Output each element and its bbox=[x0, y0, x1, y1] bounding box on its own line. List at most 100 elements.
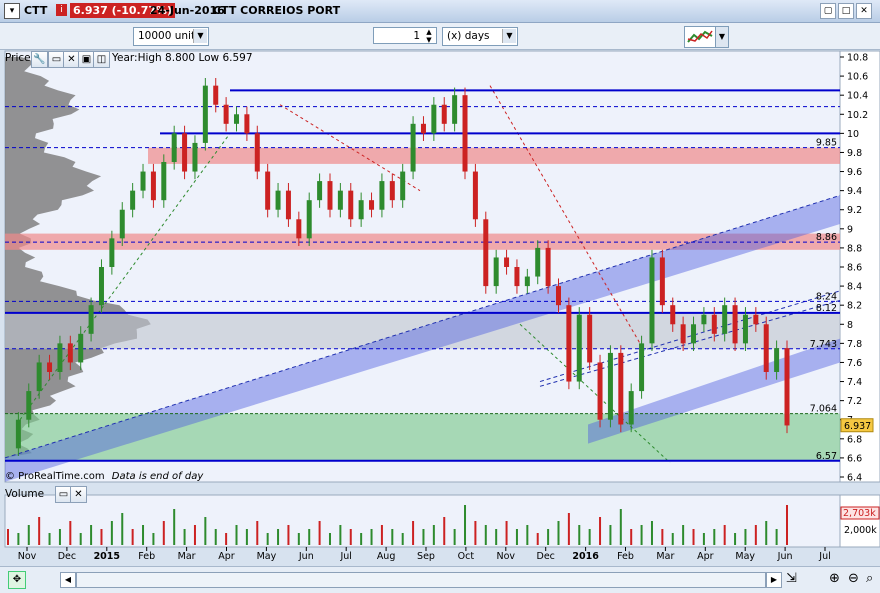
title-bar: ▾ CTT i 6.937 (-10.77%) 24-Jun-2016 CTT … bbox=[0, 0, 880, 23]
search-icon[interactable]: ⌕ bbox=[866, 571, 873, 586]
candle-body bbox=[441, 104, 447, 124]
candle-body bbox=[483, 219, 489, 287]
candle-body bbox=[691, 324, 697, 344]
volume-bar bbox=[453, 529, 456, 545]
wrench-icon[interactable]: 🔧 bbox=[31, 51, 48, 68]
y-tick-label: 9 bbox=[847, 224, 853, 235]
x-tick-label: Apr bbox=[218, 551, 235, 562]
crosshair-icon[interactable]: ✥ bbox=[8, 571, 26, 589]
info-icon: i bbox=[56, 4, 67, 16]
volume-last-label: 2,703k bbox=[843, 508, 876, 519]
maximize-window-button[interactable]: □ bbox=[838, 3, 854, 19]
units-select[interactable]: 10000 units ▼ bbox=[133, 27, 209, 46]
candle-body bbox=[420, 123, 426, 134]
candle-body bbox=[47, 362, 53, 372]
candle-body bbox=[244, 114, 250, 134]
x-tick-label: Jul bbox=[818, 551, 830, 562]
fit-icon[interactable]: ⇲ bbox=[786, 571, 797, 586]
toolbar: 10000 units ▼ 1 ▲ ▼ (x) days ▼ ▼ bbox=[0, 23, 880, 50]
horizontal-scrollbar[interactable] bbox=[76, 572, 766, 588]
price-chart[interactable]: 10.8 10.6 10.4 10.2 10 9.8 9.6 9.4 9.2 9 8.8 8.6 8.4… bbox=[0, 49, 880, 591]
x-tick-label: Jul bbox=[339, 551, 351, 562]
volume-bar bbox=[702, 533, 705, 545]
candle-body bbox=[182, 133, 188, 172]
candle-body bbox=[119, 209, 125, 239]
volume-bar bbox=[69, 521, 72, 545]
candle-body bbox=[88, 305, 94, 334]
candle-body bbox=[275, 190, 281, 210]
volume-bar bbox=[588, 529, 591, 545]
zoom-out-icon[interactable]: ⊖ bbox=[848, 571, 859, 586]
volume-bar bbox=[443, 517, 446, 545]
y-tick-label: 10 bbox=[847, 129, 859, 140]
watermark: © ProRealTime.com Data is end of day bbox=[5, 471, 203, 482]
candle-body bbox=[213, 85, 219, 105]
volume-bar bbox=[17, 533, 20, 545]
close-icon[interactable]: ✕ bbox=[70, 486, 87, 503]
volume-bar bbox=[640, 525, 643, 545]
candle-body bbox=[400, 171, 406, 201]
chart-type-dropdown[interactable]: ▼ bbox=[715, 26, 729, 48]
zoom-in-icon[interactable]: ⊕ bbox=[829, 571, 840, 586]
candle-body bbox=[452, 95, 458, 124]
menu-icon[interactable]: ▾ bbox=[4, 3, 20, 19]
x-tick-label: Dec bbox=[58, 551, 76, 562]
y-tick-label: 10.2 bbox=[847, 110, 868, 121]
x-tick-label: Mar bbox=[656, 551, 674, 562]
candle-body bbox=[753, 314, 759, 325]
candle-body bbox=[36, 362, 42, 392]
stepper-arrows-icon[interactable]: ▲ ▼ bbox=[423, 28, 435, 45]
volume-bar bbox=[599, 517, 602, 545]
candle-body bbox=[680, 324, 686, 344]
scroll-right-button[interactable]: ▶ bbox=[766, 572, 782, 588]
candle-body bbox=[296, 219, 302, 239]
volume-bar bbox=[297, 533, 300, 545]
volume-bar bbox=[401, 533, 404, 545]
volume-bar bbox=[58, 529, 61, 545]
candle-body bbox=[223, 104, 229, 124]
volume-tick-label: 2,000k bbox=[844, 525, 877, 536]
volume-bar bbox=[121, 513, 124, 545]
volume-bar bbox=[391, 529, 394, 545]
candle-body bbox=[545, 247, 551, 287]
level-label: 8.86 bbox=[816, 232, 837, 243]
volume-bar bbox=[7, 529, 9, 545]
chart-type-icon bbox=[687, 30, 713, 43]
y-tick-label: 8.8 bbox=[847, 243, 862, 254]
volume-bar bbox=[349, 529, 352, 545]
volume-bar bbox=[204, 517, 207, 545]
volume-bar bbox=[536, 533, 539, 545]
volume-bar bbox=[682, 525, 685, 545]
candle-body bbox=[337, 190, 343, 210]
volume-bar bbox=[650, 521, 653, 545]
volume-bar bbox=[754, 525, 757, 545]
scroll-left-button[interactable]: ◀ bbox=[60, 572, 76, 588]
volume-bar bbox=[360, 533, 363, 545]
detach-icon[interactable]: ◫ bbox=[93, 51, 110, 68]
volume-bar bbox=[422, 529, 425, 545]
volume-bar bbox=[713, 529, 716, 545]
candle-body bbox=[57, 343, 63, 372]
close-window-button[interactable]: ✕ bbox=[856, 3, 872, 19]
x-tick-label: Mar bbox=[178, 551, 196, 562]
period-unit-select[interactable]: (x) days ▼ bbox=[442, 27, 518, 46]
candle-body bbox=[587, 314, 593, 363]
candle-body bbox=[618, 352, 624, 425]
restore-window-button[interactable]: ▢ bbox=[820, 3, 836, 19]
candle-body bbox=[659, 257, 665, 306]
level-label: 6.57 bbox=[816, 451, 837, 462]
y-tick-label: 8.6 bbox=[847, 263, 862, 274]
x-tick-label: May bbox=[257, 551, 277, 562]
volume-bar bbox=[308, 529, 311, 545]
volume-bar bbox=[505, 521, 508, 545]
candle-body bbox=[597, 362, 603, 420]
period-stepper[interactable]: 1 ▲ ▼ bbox=[373, 27, 437, 44]
year-high-low: Year:High 8.800 Low 6.597 bbox=[112, 52, 253, 64]
candle-body bbox=[774, 348, 780, 372]
candle-body bbox=[524, 276, 530, 287]
chart-type-button[interactable] bbox=[684, 26, 716, 48]
y-tick-label: 9.6 bbox=[847, 167, 862, 178]
volume-bar bbox=[526, 525, 529, 545]
y-tick-label: 9.2 bbox=[847, 205, 862, 216]
chevron-down-icon: ▼ bbox=[193, 29, 207, 43]
